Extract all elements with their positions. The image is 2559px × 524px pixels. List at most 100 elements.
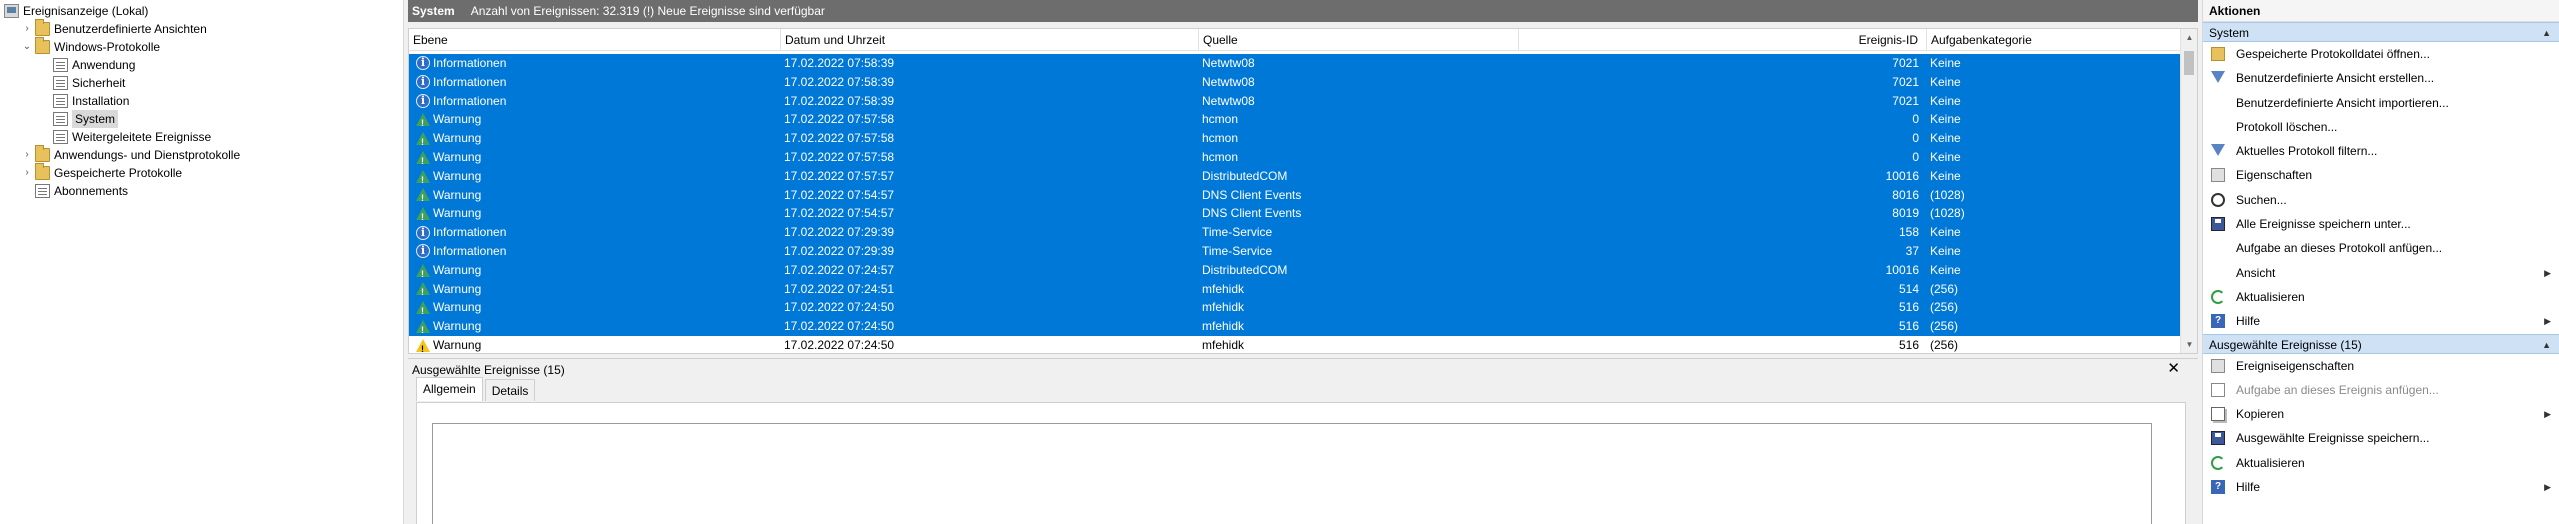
action-label: Hilfe [2236,480,2261,495]
tree-item-ereignisanzeige-lokal[interactable]: Ereignisanzeige (Lokal) [4,2,148,20]
action-label: Aufgabe an dieses Protokoll anfügen... [2236,241,2443,256]
tree-item-system[interactable]: System [53,110,119,128]
cell-event-id: 516 [1898,319,1919,334]
event-list-scrollbar[interactable]: ▲ ▼ [2180,29,2197,353]
tree-item-sicherheit[interactable]: Sicherheit [53,74,125,92]
tree-item-label: System [72,110,119,128]
action-label: Benutzerdefinierte Ansicht importieren..… [2236,95,2449,110]
chevron-right-icon[interactable]: › [22,146,32,164]
column-header-date[interactable]: Datum und Uhrzeit [781,29,1199,51]
properties-icon [2211,358,2225,373]
column-header-category[interactable]: Aufgabenkategorie [1927,29,2181,51]
column-header-level[interactable]: Ebene [409,29,781,51]
action-benutzerdefinierte-ansicht-importieren[interactable]: Benutzerdefinierte Ansicht importieren..… [2203,91,2559,115]
level-label: Warnung [433,206,482,221]
chevron-down-icon[interactable]: ⌄ [22,38,32,56]
table-row[interactable]: Warnung 17.02.2022 07:57:58 hcmon 0 Keine [409,110,2181,130]
folder-icon [35,145,50,162]
table-row[interactable]: Warnung 17.02.2022 07:24:51 mfehidk 514 (256… [409,279,2181,299]
cell-category: (1028) [1930,187,1965,202]
level-label: Warnung [433,112,482,127]
tab-general[interactable]: Allgemein [416,377,483,401]
table-row[interactable]: Informationen 17.02.2022 07:29:39 Time-Ser… [409,241,2181,261]
cell-level: Warnung [413,280,781,298]
scroll-thumb[interactable] [2184,51,2194,75]
action-label: Ereigniseigenschaften [2236,358,2355,373]
action-gespeicherte-protokolldatei-oeffnen[interactable]: Gespeicherte Protokolldatei öffnen... [2203,42,2559,66]
action-aktuelles-protokoll-filtern[interactable]: Aktuelles Protokoll filtern... [2203,139,2559,163]
cell-event-id: 516 [1898,300,1919,315]
cell-level: Informationen [413,223,781,242]
collapse-icon[interactable]: ▲ [2542,335,2551,355]
tree-item-label: Weitergeleitete Ereignisse [72,130,212,144]
tab-details[interactable]: Details [484,379,536,401]
table-row[interactable]: Warnung 17.02.2022 07:24:57 DistributedCOM… [409,260,2181,280]
action-label: Hilfe [2236,314,2261,329]
table-row[interactable]: Informationen 17.02.2022 07:29:39 Time-Ser… [409,223,2181,242]
action-label: Eigenschaften [2236,168,2313,183]
table-row[interactable]: Informationen 17.02.2022 07:58:39 Netwtw08… [409,72,2181,92]
column-header-source[interactable]: Quelle [1199,29,1519,51]
detail-text-area[interactable] [432,423,2152,524]
tree-item-anwendungs-und-dienstprotokolle[interactable]: › Anwendungs- und Dienstprotokolle [22,145,240,164]
tree-item-benutzerdefinierte-ansichten[interactable]: › Benutzerdefinierte Ansichten [22,19,207,38]
warning-icon [416,282,430,298]
tree-item-abonnements[interactable]: Abonnements [35,182,128,200]
chevron-right-icon[interactable]: › [22,20,32,38]
close-icon[interactable]: ✕ [2167,359,2180,377]
actions-section-system[interactable]: System ▲ [2203,22,2559,42]
table-row[interactable]: Warnung 17.02.2022 07:24:50 mfehidk 516 (256… [409,317,2181,336]
cell-source: hcmon [1202,112,1239,127]
chevron-right-icon[interactable]: › [22,164,32,182]
table-row[interactable]: Warnung 17.02.2022 07:54:57 DNS Client Eve… [409,204,2181,224]
action-ereigniseigenschaften[interactable]: Ereigniseigenschaften [2203,354,2559,378]
help-icon [2211,314,2225,329]
action-aktualisieren[interactable]: Aktualisieren [2203,451,2559,475]
collapse-icon[interactable]: ▲ [2542,23,2551,43]
cell-date: 17.02.2022 07:58:39 [784,93,895,108]
tree-item-gespeicherte-protokolle[interactable]: › Gespeicherte Protokolle [22,163,182,182]
table-row[interactable]: Warnung 17.02.2022 07:57:57 DistributedCOM… [409,166,2181,186]
action-alle-ereignisse-speichern-unter[interactable]: Alle Ereignisse speichern unter... [2203,212,2559,236]
action-label: Aktualisieren [2236,455,2305,470]
action-sections: System ▲ Gespeicherte Protokolldatei öffne… [2203,22,2559,499]
action-benutzerdefinierte-ansicht-erstellen[interactable]: Benutzerdefinierte Ansicht erstellen... [2203,66,2559,90]
tree-item-installation[interactable]: Installation [53,92,129,110]
event-list[interactable]: Ebene Datum und Uhrzeit Quelle Ereignis-… [408,28,2198,354]
table-row[interactable]: Warnung 17.02.2022 07:24:50 mfehidk 516 (256… [409,335,2181,353]
tree-item-anwendung[interactable]: Anwendung [53,56,135,74]
cell-category: Keine [1930,243,1961,258]
column-header-event-id[interactable]: Ereignis-ID [1519,29,1927,51]
action-label: Ausgewählte Ereignisse speichern... [2236,431,2430,446]
table-row[interactable]: Warnung 17.02.2022 07:57:58 hcmon 0 Keine [409,147,2181,167]
action-hilfe[interactable]: Hilfe ▶ [2203,309,2559,333]
scroll-down-icon[interactable]: ▼ [2181,336,2197,353]
tree-item-weitergeleitete-ereignisse[interactable]: Weitergeleitete Ereignisse [53,128,211,146]
table-row[interactable]: Warnung 17.02.2022 07:54:57 DNS Client Eve… [409,185,2181,205]
level-label: Warnung [433,319,482,334]
action-kopieren[interactable]: Kopieren ▶ [2203,402,2559,426]
action-aufgabe-an-dieses-ereignis-anfuegen[interactable]: Aufgabe an dieses Ereignis anfügen... [2203,378,2559,402]
action-ansicht[interactable]: Ansicht ▶ [2203,261,2559,285]
main-pane: System Anzahl von Ereignissen: 32.319 (!… [408,0,2198,524]
table-row[interactable]: Informationen 17.02.2022 07:58:39 Netwtw08… [409,91,2181,111]
table-row[interactable]: Informationen 17.02.2022 07:58:39 Netwtw08… [409,54,2181,73]
log-icon [53,94,68,108]
table-row[interactable]: Warnung 17.02.2022 07:57:58 hcmon 0 Keine [409,129,2181,148]
action-aufgabe-an-dieses-protokoll-anfuegen[interactable]: Aufgabe an dieses Protokoll anfügen... [2203,236,2559,260]
table-row[interactable]: Warnung 17.02.2022 07:24:50 mfehidk 516 (256… [409,298,2181,318]
action-suchen[interactable]: Suchen... [2203,188,2559,212]
action-eigenschaften[interactable]: Eigenschaften [2203,163,2559,187]
refresh-icon [2211,455,2225,470]
tree-item-windows-protokolle[interactable]: ⌄ Windows-Protokolle [22,37,160,56]
action-protokoll-loeschen[interactable]: Protokoll löschen... [2203,115,2559,139]
action-ausgewaehlte-ereignisse-speichern[interactable]: Ausgewählte Ereignisse speichern... [2203,426,2559,450]
scroll-up-icon[interactable]: ▲ [2181,29,2197,46]
cell-level: Warnung [413,148,781,167]
cell-date: 17.02.2022 07:57:58 [784,131,895,146]
actions-section-ausgewaehlte-ereignisse-15[interactable]: Ausgewählte Ereignisse (15) ▲ [2203,333,2559,355]
level-label: Informationen [433,93,507,108]
cell-date: 17.02.2022 07:24:57 [784,262,895,277]
action-aktualisieren[interactable]: Aktualisieren [2203,285,2559,309]
action-hilfe[interactable]: Hilfe ▶ [2203,475,2559,499]
